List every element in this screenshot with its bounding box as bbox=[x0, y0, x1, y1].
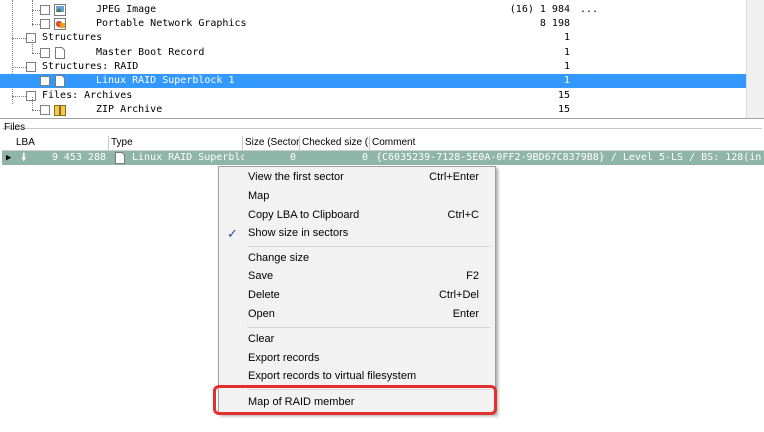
tree-row-count: 1 bbox=[563, 61, 570, 72]
tree-row-zip-archive[interactable]: ZIP Archive 15 bbox=[0, 97, 746, 117]
menu-item-label: Export records bbox=[248, 352, 320, 364]
menu-item-export-records[interactable]: Export records bbox=[219, 349, 495, 368]
menu-item-shortcut: Enter bbox=[452, 308, 479, 320]
tree-row-png-image[interactable]: Portable Network Graphics 8 198 bbox=[0, 17, 746, 31]
cell-lba: 9 453 288 bbox=[51, 152, 106, 163]
files-table-header: LBA Type Size (Sectors Checked size (Se … bbox=[2, 136, 764, 151]
tree-guide-line bbox=[32, 110, 40, 111]
highlight-annotation bbox=[213, 385, 497, 415]
menu-separator bbox=[247, 327, 491, 328]
tree-row-label: Linux RAID Superblock 1 bbox=[96, 75, 235, 86]
tree-checkbox[interactable] bbox=[40, 48, 50, 58]
menu-item-shortcut: F2 bbox=[466, 270, 479, 282]
menu-item-label: Copy LBA to Clipboard bbox=[248, 209, 360, 221]
menu-item-label: Clear bbox=[248, 333, 275, 345]
menu-item-export-virtual-fs[interactable]: Export records to virtual filesystem bbox=[219, 367, 495, 386]
menu-item-show-size-in-sectors[interactable]: ✓ Show size in sectors bbox=[219, 224, 495, 243]
tree-row-structures[interactable]: Structures 1 bbox=[0, 31, 746, 45]
column-header-lba[interactable]: LBA bbox=[14, 136, 109, 150]
column-header-type[interactable]: Type bbox=[109, 136, 243, 150]
tree-checkbox[interactable] bbox=[40, 105, 50, 115]
menu-separator bbox=[247, 246, 491, 247]
menu-item-clear[interactable]: Clear bbox=[219, 330, 495, 349]
menu-item-change-size[interactable]: Change size bbox=[219, 249, 495, 268]
tree-checkbox[interactable] bbox=[26, 62, 36, 72]
tree-guide-line bbox=[32, 24, 40, 25]
tree-guide-line bbox=[12, 67, 26, 68]
tree-row-extra: ... bbox=[580, 4, 599, 15]
tree-row-label: ZIP Archive bbox=[96, 104, 163, 115]
tree-checkbox[interactable] bbox=[26, 91, 36, 101]
tree-row-label: Files: Archives bbox=[42, 90, 133, 101]
tree-row-label: JPEG Image bbox=[96, 4, 157, 15]
tree-guide-line bbox=[32, 97, 33, 110]
menu-item-copy-lba[interactable]: Copy LBA to Clipboard Ctrl+C bbox=[219, 206, 495, 225]
tree-row-label: Structures bbox=[42, 32, 103, 43]
tree-row-count: 1 bbox=[563, 47, 570, 58]
menu-item-label: Save bbox=[248, 270, 274, 282]
document-icon bbox=[55, 75, 65, 87]
tree-row-label: Structures: RAID bbox=[42, 61, 139, 72]
file-type-tree[interactable]: JPEG Image (16) 1 984 ... Portable Netwo… bbox=[0, 0, 764, 119]
menu-item-label: Map bbox=[248, 190, 270, 202]
cell-comment: {C6035239-7128-5E0A-0FF2-9BD67C8379B8} /… bbox=[376, 152, 762, 163]
tree-guide-line bbox=[12, 38, 26, 39]
menu-item-map[interactable]: Map bbox=[219, 187, 495, 206]
tree-row-files-archives[interactable]: Files: Archives 15 bbox=[0, 89, 746, 103]
row-pointer-icon: ▶ bbox=[6, 153, 12, 163]
menu-item-label: Delete bbox=[248, 289, 280, 301]
table-row[interactable]: ▶ 🠛 9 453 288 Linux RAID Superblc 0 0 {C… bbox=[2, 151, 764, 165]
tree-row-count: 8 198 bbox=[539, 18, 570, 29]
tree-scrollbar[interactable] bbox=[746, 0, 764, 118]
tree-checkbox[interactable] bbox=[40, 19, 50, 29]
tree-checkbox[interactable] bbox=[40, 5, 50, 15]
menu-item-label: Export records to virtual filesystem bbox=[248, 370, 417, 382]
cell-size: 0 bbox=[289, 152, 296, 163]
tree-row-count: (16) 1 984 bbox=[509, 4, 570, 15]
checkmark-icon: ✓ bbox=[227, 226, 238, 241]
column-header-size[interactable]: Size (Sectors bbox=[243, 136, 300, 150]
tree-row-label: Master Boot Record bbox=[96, 47, 205, 58]
cell-checked-size: 0 bbox=[361, 152, 368, 163]
menu-item-label: Show size in sectors bbox=[248, 227, 349, 239]
context-menu: View the first sector Ctrl+Enter Map Cop… bbox=[218, 166, 496, 414]
tree-guide-line bbox=[12, 96, 26, 97]
tree-row-count: 1 bbox=[563, 32, 570, 43]
menu-item-label: Change size bbox=[248, 252, 310, 264]
png-image-icon bbox=[54, 18, 66, 30]
tree-guide-line bbox=[32, 10, 40, 11]
down-arrow-icon: 🠛 bbox=[21, 151, 27, 164]
zip-archive-icon bbox=[54, 105, 66, 116]
document-icon bbox=[55, 47, 65, 59]
tree-row-master-boot-record[interactable]: Master Boot Record 1 bbox=[0, 40, 746, 60]
tree-checkbox[interactable] bbox=[40, 76, 50, 86]
menu-item-open[interactable]: Open Enter bbox=[219, 305, 495, 324]
files-panel-title: Files bbox=[4, 122, 26, 133]
tree-row-count: 1 bbox=[563, 75, 570, 86]
jpeg-image-icon bbox=[54, 4, 66, 16]
menu-item-label: Open bbox=[248, 308, 275, 320]
column-header-comment[interactable]: Comment bbox=[370, 136, 764, 150]
tree-row-count: 15 bbox=[557, 104, 570, 115]
menu-item-shortcut: Ctrl+C bbox=[447, 209, 479, 221]
tree-guide-line bbox=[32, 40, 33, 53]
document-icon bbox=[115, 152, 125, 164]
tree-row-structures-raid[interactable]: Structures: RAID 1 bbox=[0, 60, 746, 74]
tree-guide-line bbox=[32, 53, 40, 54]
menu-item-shortcut: Ctrl+Del bbox=[438, 289, 479, 301]
tree-row-linux-raid-superblock[interactable]: Linux RAID Superblock 1 1 bbox=[0, 74, 746, 88]
cell-type: Linux RAID Superblc bbox=[132, 152, 244, 163]
column-header-checked-size[interactable]: Checked size (Se bbox=[300, 136, 370, 150]
menu-item-view-first-sector[interactable]: View the first sector Ctrl+Enter bbox=[219, 168, 495, 187]
menu-item-label: View the first sector bbox=[248, 171, 344, 183]
menu-item-save[interactable]: Save F2 bbox=[219, 267, 495, 286]
menu-item-shortcut: Ctrl+Enter bbox=[429, 171, 479, 183]
tree-row-jpeg-image[interactable]: JPEG Image (16) 1 984 ... bbox=[0, 3, 746, 17]
tree-checkbox[interactable] bbox=[26, 33, 36, 43]
tree-row-label: Portable Network Graphics bbox=[96, 18, 247, 29]
menu-item-delete[interactable]: Delete Ctrl+Del bbox=[219, 286, 495, 305]
tree-row-count: 15 bbox=[557, 90, 570, 101]
